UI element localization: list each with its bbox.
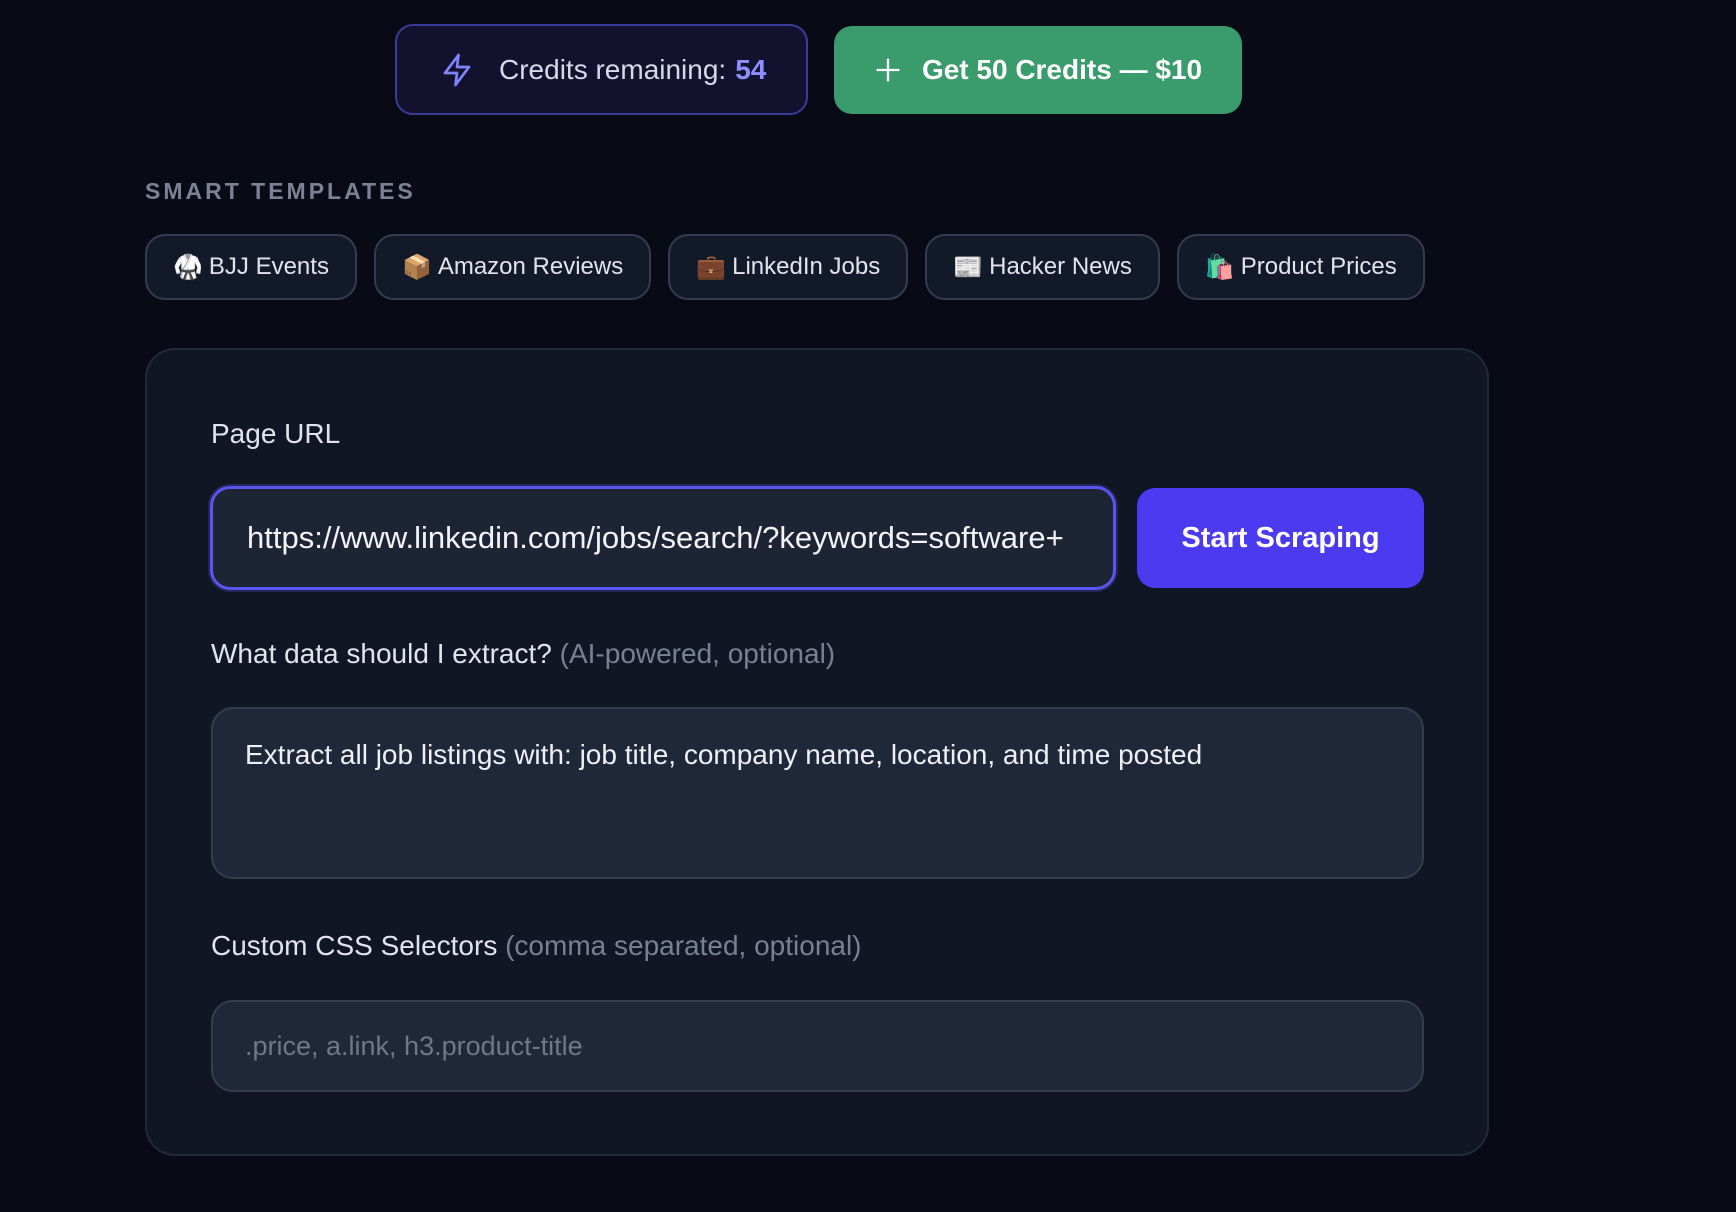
newspaper-icon: 📰 bbox=[953, 253, 984, 281]
extraction-prompt-textarea[interactable]: Extract all job listings with: job title… bbox=[211, 707, 1424, 879]
selectors-label-text: Custom CSS Selectors bbox=[211, 930, 498, 961]
buy-credits-button[interactable]: Get 50 Credits — $10 bbox=[834, 26, 1242, 114]
prompt-label-text: What data should I extract? bbox=[211, 638, 552, 669]
template-linkedin-jobs[interactable]: 💼 LinkedIn Jobs bbox=[668, 234, 909, 300]
plus-icon bbox=[876, 58, 900, 82]
url-input[interactable] bbox=[210, 486, 1116, 590]
template-label: LinkedIn Jobs bbox=[732, 253, 881, 280]
selectors-label: Custom CSS Selectors (comma separated, o… bbox=[211, 930, 862, 962]
template-amazon-reviews[interactable]: 📦 Amazon Reviews bbox=[373, 234, 652, 300]
package-icon: 📦 bbox=[401, 253, 432, 281]
start-scraping-button[interactable]: Start Scraping bbox=[1137, 488, 1424, 588]
template-list: 🥋 BJJ Events 📦 Amazon Reviews 💼 LinkedIn… bbox=[145, 234, 1425, 300]
lightning-bolt-icon bbox=[443, 53, 471, 86]
css-selectors-input[interactable] bbox=[211, 1000, 1424, 1092]
templates-heading: SMART TEMPLATES bbox=[145, 178, 416, 204]
martial-arts-uniform-icon: 🥋 bbox=[173, 253, 203, 281]
prompt-label: What data should I extract? (AI-powered,… bbox=[211, 638, 835, 670]
url-label: Page URL bbox=[211, 418, 341, 449]
buy-credits-label: Get 50 Credits — $10 bbox=[921, 54, 1203, 85]
shopping-bags-icon: 🛍️ bbox=[1204, 253, 1235, 281]
template-label: BJJ Events bbox=[208, 253, 329, 280]
template-label: Product Prices bbox=[1240, 253, 1397, 280]
briefcase-icon: 💼 bbox=[696, 253, 727, 281]
template-label: Hacker News bbox=[989, 253, 1132, 280]
template-hacker-news[interactable]: 📰 Hacker News bbox=[925, 234, 1160, 300]
credits-count: 54 bbox=[735, 53, 767, 85]
template-product-prices[interactable]: 🛍️ Product Prices bbox=[1176, 234, 1425, 300]
prompt-label-hint: (AI-powered, optional) bbox=[559, 638, 836, 669]
top-bar: Credits remaining: 54 Get 50 Credits — $… bbox=[395, 24, 1242, 115]
scrape-form-card: Page URL Start Scraping What data should… bbox=[145, 348, 1489, 1156]
credits-indicator: Credits remaining: 54 bbox=[395, 24, 808, 115]
credits-label: Credits remaining: bbox=[499, 53, 727, 85]
template-bjj-events[interactable]: 🥋 BJJ Events bbox=[145, 234, 357, 300]
template-label: Amazon Reviews bbox=[437, 253, 624, 280]
selectors-label-hint: (comma separated, optional) bbox=[505, 930, 862, 961]
